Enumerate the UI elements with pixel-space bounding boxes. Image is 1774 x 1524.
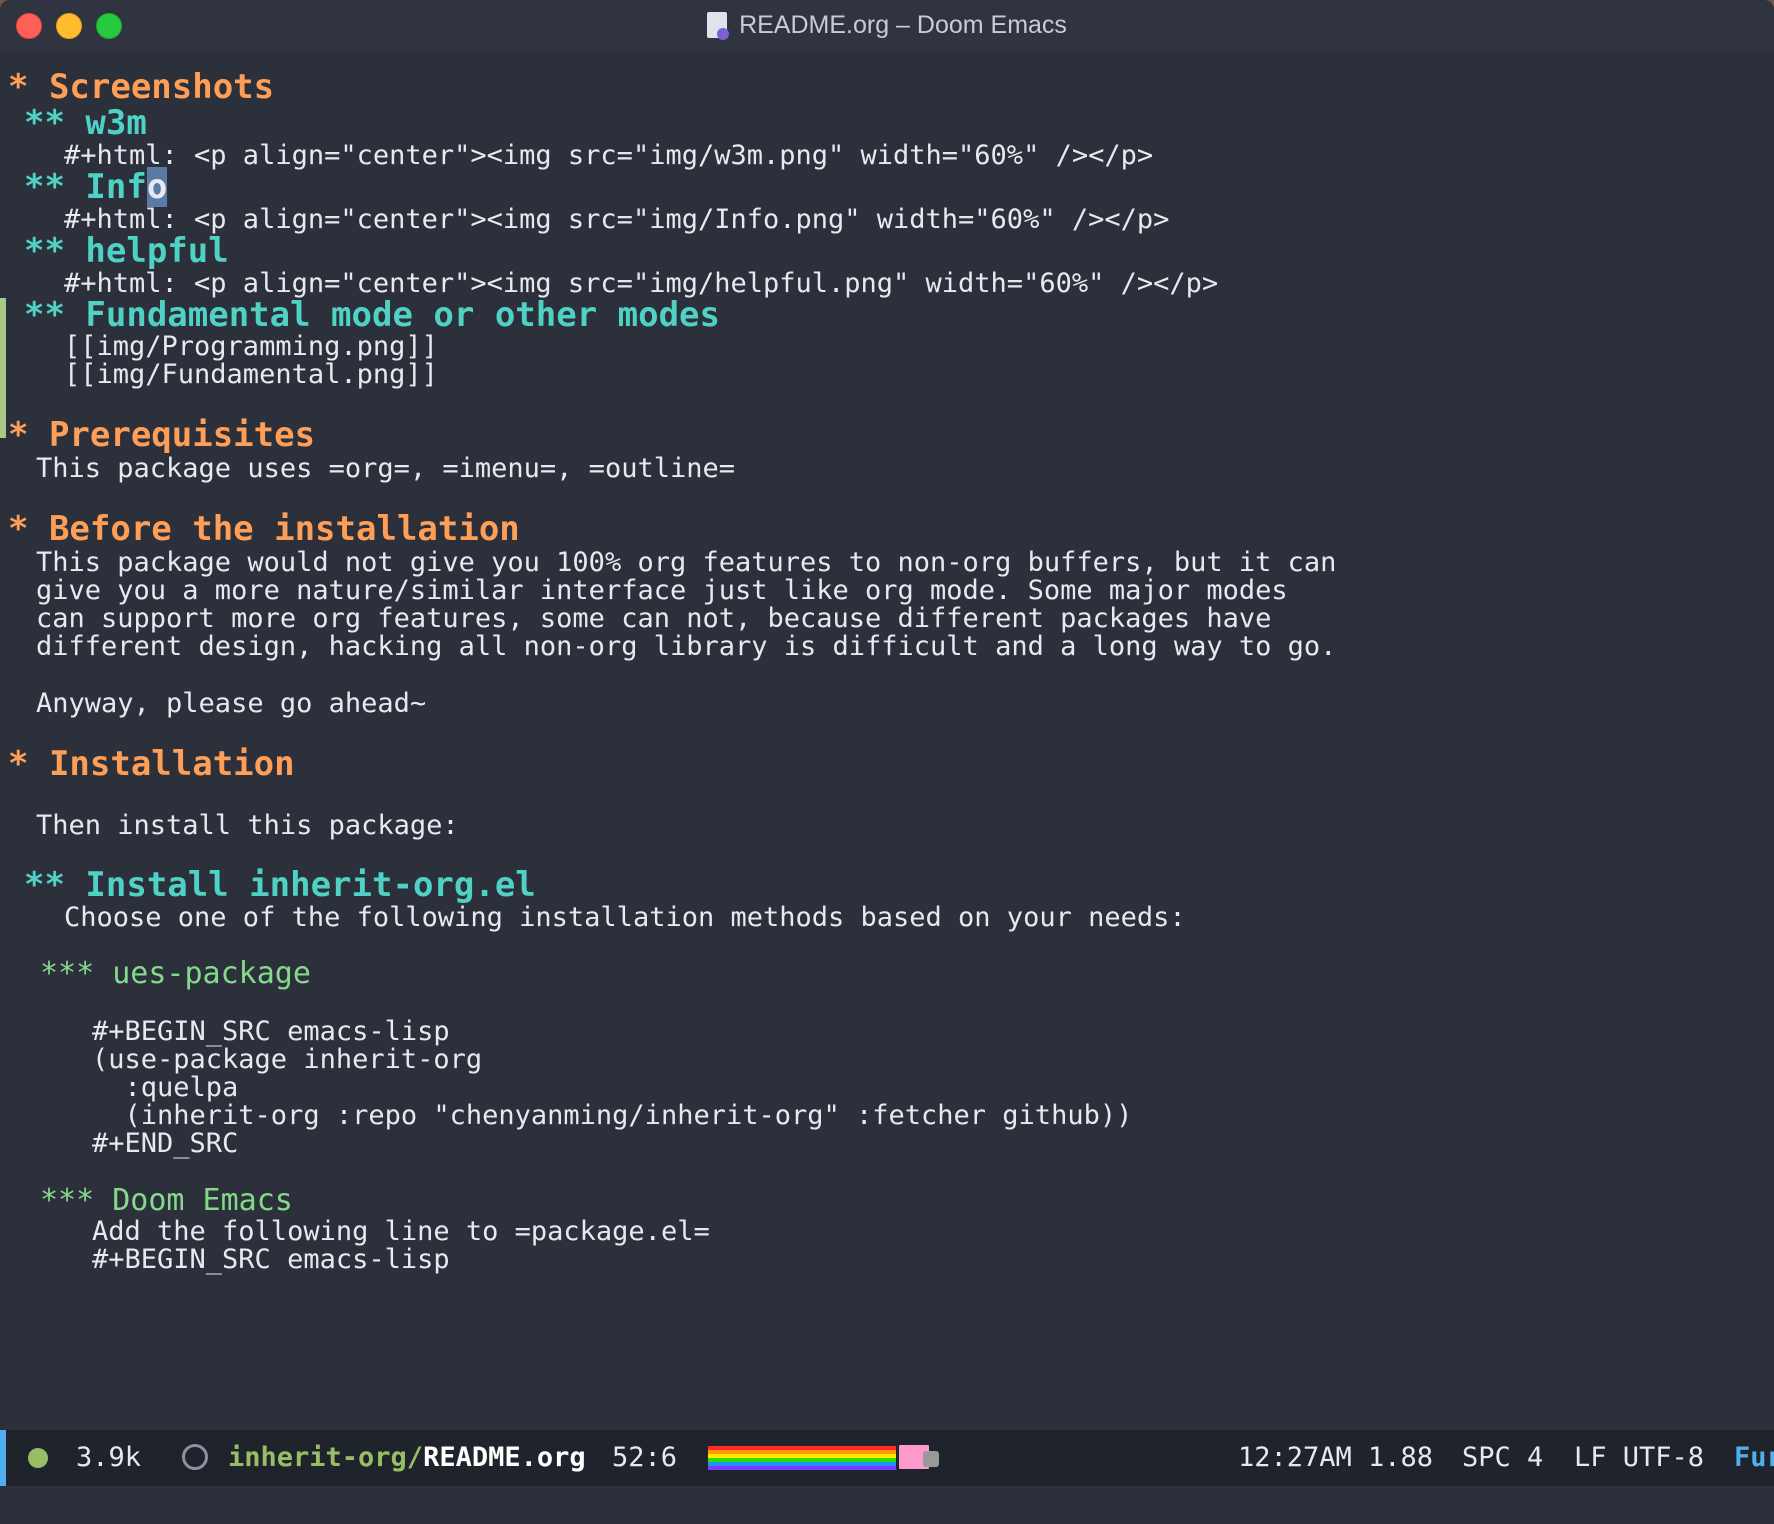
- time-load: 12:27AM 1.88: [1238, 1442, 1434, 1473]
- emacs-window: README.org – Doom Emacs * Screenshots **…: [0, 0, 1774, 1524]
- vcs-icon: [182, 1444, 208, 1470]
- heading-text: Before the installation: [48, 509, 520, 549]
- heading-stars: **: [24, 231, 86, 271]
- buffer-name[interactable]: inherit-org/README.org: [228, 1442, 586, 1474]
- text-line: #+html: <p align="center"><img src="img/…: [64, 204, 1170, 235]
- indent-style[interactable]: SPC 4: [1462, 1442, 1543, 1474]
- heading-text: Installation: [48, 744, 295, 784]
- mode-line-indicator: [0, 1430, 6, 1486]
- project-name: inherit-org/: [228, 1442, 424, 1473]
- text-line: Choose one of the following installation…: [64, 902, 1186, 933]
- heading-before-installation[interactable]: * Before the installation: [8, 509, 520, 549]
- heading-text: Doom Emacs: [112, 1183, 293, 1218]
- code-line: #+END_SRC: [92, 1128, 239, 1159]
- heading-w3m[interactable]: ** w3m: [24, 103, 147, 143]
- heading-ues-package[interactable]: *** ues-package: [40, 956, 311, 992]
- heading-install-inherit-org[interactable]: ** Install inherit-org.el: [24, 865, 536, 905]
- text-line: #+html: <p align="center"><img src="img/…: [64, 140, 1154, 171]
- cursor-position: 52:6: [612, 1442, 678, 1473]
- heading-text: Inf: [85, 167, 147, 207]
- heading-stars: *: [8, 67, 49, 107]
- encoding[interactable]: LF UTF-8: [1574, 1442, 1704, 1474]
- heading-text: Install inherit-org.el: [85, 865, 536, 905]
- heading-text: Prerequisites: [48, 415, 316, 455]
- text-line: Anyway, please go ahead~: [36, 688, 427, 719]
- text-cursor: o: [146, 167, 168, 207]
- window-title: README.org – Doom Emacs: [739, 10, 1067, 39]
- text-line: This package uses =org=, =imenu=, =outli…: [36, 453, 735, 484]
- link-line[interactable]: [[img/Fundamental.png]]: [64, 359, 438, 391]
- heading-text: ues-package: [112, 956, 311, 991]
- text-line: different design, hacking all non-org li…: [36, 631, 1337, 662]
- major-mode[interactable]: Fur: [1734, 1442, 1774, 1474]
- nyan-progress-bar[interactable]: [708, 1446, 898, 1470]
- minibuffer[interactable]: [0, 1486, 1774, 1524]
- heading-stars: *: [8, 509, 49, 549]
- document-icon: [707, 12, 730, 40]
- window-title-area: README.org – Doom Emacs: [0, 0, 1774, 50]
- file-name: README.org: [423, 1442, 586, 1473]
- heading-helpful[interactable]: ** helpful: [24, 231, 229, 271]
- heading-stars: ***: [40, 956, 113, 991]
- nyan-cat-icon: [896, 1442, 939, 1472]
- text-line: Then install this package:: [36, 810, 459, 841]
- fringe-highlight: [0, 298, 6, 438]
- mode-line: 3.9k inherit-org/README.org 52:6 12:27AM…: [0, 1430, 1774, 1486]
- heading-installation[interactable]: * Installation: [8, 744, 295, 784]
- heading-stars: **: [24, 167, 86, 207]
- code-line: (inherit-org :repo "chenyanming/inherit-…: [92, 1100, 1133, 1131]
- editor-buffer[interactable]: * Screenshots ** w3m #+html: <p align="c…: [0, 50, 1774, 1430]
- heading-text: Screenshots: [48, 67, 275, 107]
- heading-screenshots[interactable]: * Screenshots: [8, 67, 274, 107]
- buffer-size: 3.9k: [76, 1442, 142, 1473]
- heading-stars: **: [24, 865, 86, 905]
- heading-stars: ***: [40, 1183, 113, 1218]
- heading-text: helpful: [85, 231, 229, 271]
- heading-text: Fundamental mode or other modes: [85, 295, 720, 335]
- heading-stars: *: [8, 744, 49, 784]
- heading-prerequisites[interactable]: * Prerequisites: [8, 415, 315, 455]
- heading-stars: **: [24, 103, 86, 143]
- code-line: #+BEGIN_SRC emacs-lisp: [92, 1244, 450, 1275]
- heading-fundamental-mode[interactable]: ** Fundamental mode or other modes: [24, 295, 720, 335]
- buffer-state-icon: [28, 1448, 48, 1468]
- heading-text: w3m: [85, 103, 147, 143]
- heading-stars: *: [8, 415, 49, 455]
- title-bar: README.org – Doom Emacs: [0, 0, 1774, 50]
- heading-stars: **: [24, 295, 86, 335]
- heading-info[interactable]: ** Info: [24, 167, 168, 207]
- heading-doom-emacs[interactable]: *** Doom Emacs: [40, 1183, 293, 1219]
